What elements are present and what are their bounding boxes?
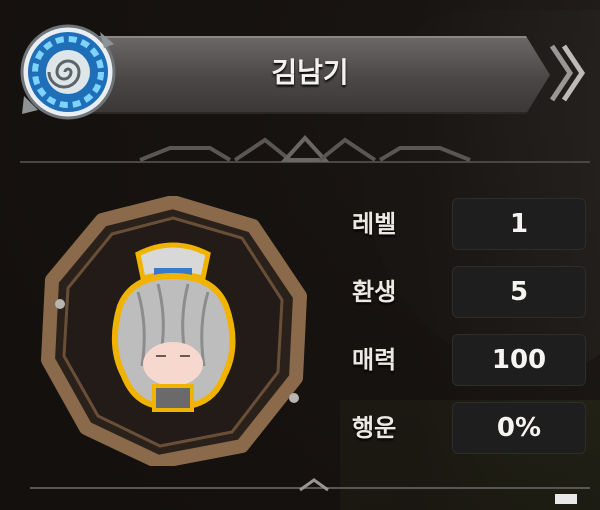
character-name: 김남기 — [271, 56, 349, 89]
stat-value: 5 — [452, 266, 586, 318]
stat-row-level: 레벨 1 — [352, 198, 592, 250]
stats-list: 레벨 1 환생 5 매력 100 행운 0% — [352, 198, 592, 470]
ornamental-divider — [20, 135, 590, 163]
portrait-frame — [41, 196, 307, 466]
stat-value: 0% — [452, 402, 586, 454]
stat-label: 행운 — [352, 414, 397, 442]
stat-row-luck: 행운 0% — [352, 402, 592, 454]
stat-row-rebirth: 환생 5 — [352, 266, 592, 318]
stat-label: 환생 — [352, 278, 397, 306]
stat-value: 100 — [452, 334, 586, 386]
stat-label: 매력 — [352, 346, 397, 374]
double-chevron-right-icon — [549, 44, 586, 102]
bottom-divider — [30, 478, 590, 504]
stat-label: 레벨 — [352, 210, 397, 238]
spiral-emblem-icon — [20, 24, 116, 120]
stat-value: 1 — [452, 198, 586, 250]
stat-row-charm: 매력 100 — [352, 334, 592, 386]
character-info-panel: 김남기 레벨 1 환생 5 매력 100 행운 0% — [0, 0, 600, 510]
